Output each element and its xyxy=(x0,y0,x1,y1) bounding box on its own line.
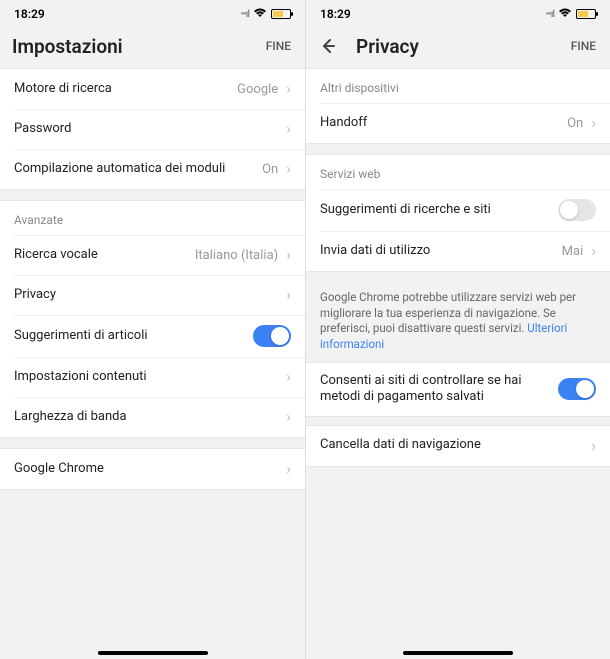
row-autofill[interactable]: Compilazione automatica dei moduli On › xyxy=(0,149,305,189)
signal-icon: ••ıl xyxy=(241,9,249,20)
row-bandwidth[interactable]: Larghezza di banda › xyxy=(0,397,305,437)
back-button[interactable] xyxy=(318,36,338,56)
row-article-suggestions[interactable]: Suggerimenti di articoli xyxy=(0,315,305,357)
chevron-right-icon: › xyxy=(286,287,291,303)
toggle-article-suggestions[interactable] xyxy=(253,325,291,347)
group-advanced: Avanzate Ricerca vocale Italiano (Italia… xyxy=(0,200,305,438)
row-label: Google Chrome xyxy=(14,461,286,477)
row-payment-methods[interactable]: Consenti ai siti di controllare se hai m… xyxy=(306,363,610,416)
row-label: Impostazioni contenuti xyxy=(14,369,286,385)
row-label: Password xyxy=(14,121,286,137)
status-bar: 18:29 ••ıl xyxy=(306,4,610,24)
header: Impostazioni FINE xyxy=(0,24,305,68)
status-bar: 18:29 ••ıl xyxy=(0,4,305,24)
chevron-right-icon: › xyxy=(286,461,291,477)
privacy-screen: 18:29 ••ıl Privacy FINE Altri dispositiv… xyxy=(305,0,610,659)
row-label: Invia dati di utilizzo xyxy=(320,243,562,259)
content: Motore di ricerca Google › Password › Co… xyxy=(0,68,305,659)
chevron-right-icon: › xyxy=(286,121,291,137)
row-voice-search[interactable]: Ricerca vocale Italiano (Italia) › xyxy=(0,235,305,275)
status-time: 18:29 xyxy=(320,7,351,21)
group-web-services: Servizi web Suggerimenti di ricerche e s… xyxy=(306,154,610,272)
chevron-right-icon: › xyxy=(591,438,596,454)
row-value: Italiano (Italia) xyxy=(195,248,278,263)
signal-icon: ••ıl xyxy=(546,9,554,20)
battery-icon xyxy=(271,9,291,19)
content: Altri dispositivi Handoff On › Servizi w… xyxy=(306,68,610,659)
row-label: Handoff xyxy=(320,115,567,131)
group-other-devices: Altri dispositivi Handoff On › xyxy=(306,68,610,144)
page-title: Impostazioni xyxy=(12,35,123,58)
row-label: Larghezza di banda xyxy=(14,409,286,425)
group-about: Google Chrome › xyxy=(0,448,305,490)
row-clear-browsing-data[interactable]: Cancella dati di navigazione › xyxy=(306,426,610,466)
done-button[interactable]: FINE xyxy=(571,39,596,53)
group-clear-data: Cancella dati di navigazione › xyxy=(306,425,610,467)
toggle-search-suggestions[interactable] xyxy=(558,199,596,221)
group-header: Avanzate xyxy=(0,201,305,235)
home-indicator xyxy=(98,651,208,655)
home-indicator xyxy=(403,651,513,655)
group-payment: Consenti ai siti di controllare se hai m… xyxy=(306,362,610,417)
battery-icon xyxy=(576,9,596,19)
row-google-chrome[interactable]: Google Chrome › xyxy=(0,449,305,489)
row-label: Suggerimenti di ricerche e siti xyxy=(320,202,558,218)
row-label: Ricerca vocale xyxy=(14,247,195,263)
row-value: On xyxy=(567,116,583,131)
row-search-engine[interactable]: Motore di ricerca Google › xyxy=(0,69,305,109)
row-content-settings[interactable]: Impostazioni contenuti › xyxy=(0,357,305,397)
wifi-icon xyxy=(558,8,572,21)
row-handoff[interactable]: Handoff On › xyxy=(306,103,610,143)
row-label: Cancella dati di navigazione xyxy=(320,437,591,453)
toggle-payment-methods[interactable] xyxy=(558,378,596,400)
info-text: Google Chrome potrebbe utilizzare serviz… xyxy=(306,282,610,362)
chevron-right-icon: › xyxy=(286,369,291,385)
row-label: Consenti ai siti di controllare se hai m… xyxy=(320,373,558,406)
header: Privacy FINE xyxy=(306,24,610,68)
wifi-icon xyxy=(253,8,267,21)
chevron-right-icon: › xyxy=(591,243,596,259)
chevron-right-icon: › xyxy=(286,247,291,263)
row-value: Google xyxy=(237,82,278,97)
chevron-right-icon: › xyxy=(286,81,291,97)
group-basic: Motore di ricerca Google › Password › Co… xyxy=(0,68,305,190)
done-button[interactable]: FINE xyxy=(266,39,291,53)
group-header: Altri dispositivi xyxy=(306,69,610,103)
row-search-suggestions[interactable]: Suggerimenti di ricerche e siti xyxy=(306,189,610,231)
settings-screen: 18:29 ••ıl Impostazioni FINE Motore di r… xyxy=(0,0,305,659)
chevron-right-icon: › xyxy=(286,409,291,425)
chevron-right-icon: › xyxy=(286,161,291,177)
row-label: Compilazione automatica dei moduli xyxy=(14,161,262,177)
row-privacy[interactable]: Privacy › xyxy=(0,275,305,315)
row-password[interactable]: Password › xyxy=(0,109,305,149)
chevron-right-icon: › xyxy=(591,115,596,131)
status-time: 18:29 xyxy=(14,7,45,21)
status-indicators: ••ıl xyxy=(546,8,596,21)
row-label: Suggerimenti di articoli xyxy=(14,328,253,344)
status-indicators: ••ıl xyxy=(241,8,291,21)
row-label: Privacy xyxy=(14,287,286,303)
row-value: Mai xyxy=(562,244,584,259)
page-title: Privacy xyxy=(356,35,419,58)
row-usage-data[interactable]: Invia dati di utilizzo Mai › xyxy=(306,231,610,271)
row-value: On xyxy=(262,162,278,177)
row-label: Motore di ricerca xyxy=(14,81,237,97)
group-header: Servizi web xyxy=(306,155,610,189)
